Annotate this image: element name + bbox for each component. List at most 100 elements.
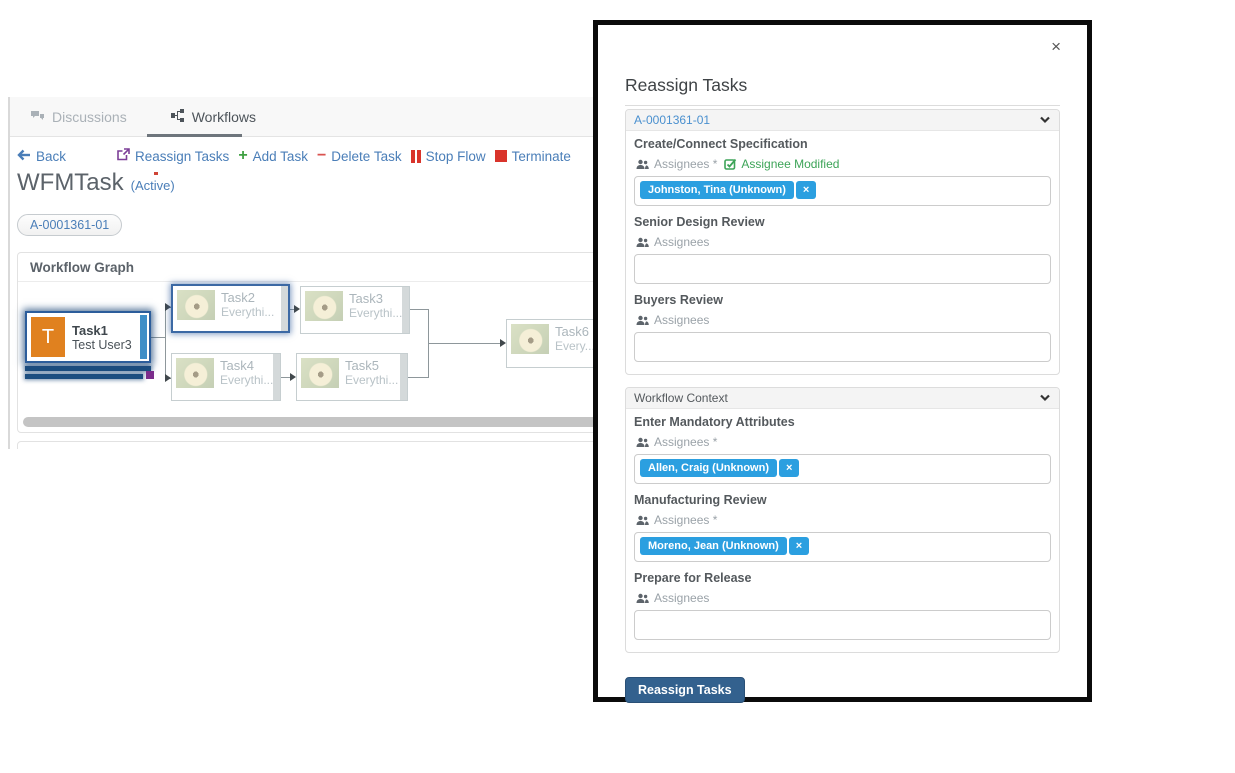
terminate-button[interactable]: Terminate — [495, 149, 571, 164]
users-icon — [636, 515, 649, 526]
reassign-tasks-submit-button[interactable]: Reassign Tasks — [625, 677, 745, 703]
task-node-task4[interactable]: Task4 Everythi... — [171, 353, 281, 401]
assignees-label: Assignees * — [654, 513, 717, 527]
item-badge[interactable]: A-0001361-01 — [17, 214, 122, 236]
discussions-icon — [30, 109, 45, 125]
assignee-chip-label: Moreno, Jean (Unknown) — [640, 537, 787, 555]
assignees-label: Assignees * — [654, 435, 717, 449]
chip-remove-button[interactable]: × — [779, 459, 799, 477]
task-node-title: Task5 — [345, 358, 398, 373]
assignees-label: Assignees — [654, 313, 709, 327]
page-title: WFMTask — [17, 169, 124, 197]
task-node-title: Task2 — [221, 290, 274, 305]
accordion-header-item[interactable]: A-0001361-01 — [626, 110, 1059, 131]
task1-marker — [146, 371, 154, 379]
assignee-chip[interactable]: Moreno, Jean (Unknown) × — [640, 537, 809, 555]
assignees-label-row: Assignees * — [636, 513, 1051, 527]
accordion-header-context[interactable]: Workflow Context — [626, 388, 1059, 409]
assignees-label-row: Assignees * — [636, 435, 1051, 449]
workflows-icon — [171, 109, 185, 125]
tab-workflows[interactable]: Workflows — [171, 109, 256, 125]
task-node-subtitle: Every... — [555, 339, 593, 353]
flower-thumbnail — [305, 291, 343, 321]
chip-remove-button[interactable]: × — [796, 181, 816, 199]
assignees-input[interactable] — [634, 254, 1051, 284]
task-assign-block: Prepare for Release Assignees — [634, 571, 1051, 640]
delete-task-button[interactable]: − Delete Task — [317, 149, 402, 164]
assignees-input[interactable]: Allen, Craig (Unknown) × — [634, 454, 1051, 484]
assignees-input[interactable]: Johnston, Tina (Unknown) × — [634, 176, 1051, 206]
task-node-title: Task3 — [349, 291, 402, 306]
back-button[interactable]: Back — [17, 149, 66, 164]
task-node-subtitle: Everythi... — [349, 306, 402, 320]
task-node-task5[interactable]: Task5 Everythi... — [296, 353, 408, 401]
flower-thumbnail — [176, 358, 214, 388]
stop-flow-button[interactable]: Stop Flow — [411, 149, 486, 164]
back-arrow-icon — [17, 149, 31, 164]
close-icon[interactable]: × — [1051, 37, 1061, 57]
task-node-strip — [400, 354, 407, 400]
task-node-task3[interactable]: Task3 Everythi... — [300, 286, 410, 334]
pause-icon — [411, 150, 421, 163]
page-title-row: WFMTask (Active) — [17, 169, 175, 197]
chevron-down-icon — [1039, 391, 1051, 405]
reassign-tasks-modal: × Reassign Tasks A-0001361-01 Create/Con… — [593, 20, 1092, 702]
assignees-label-row: Assignees — [636, 313, 1051, 327]
flower-thumbnail — [301, 358, 339, 388]
task-name: Manufacturing Review — [634, 493, 1051, 507]
task-name: Enter Mandatory Attributes — [634, 415, 1051, 429]
task-name: Prepare for Release — [634, 571, 1051, 585]
reassign-tasks-button[interactable]: Reassign Tasks — [116, 148, 229, 164]
task-node-subtitle: Everythi... — [345, 373, 398, 387]
reassign-share-icon — [116, 148, 130, 164]
chip-remove-button[interactable]: × — [789, 537, 809, 555]
accordion-section-context: Workflow Context Enter Mandatory Attribu… — [625, 387, 1060, 653]
users-icon — [636, 593, 649, 604]
task-assign-block: Manufacturing Review Assignees * Moreno,… — [634, 493, 1051, 562]
connector-line — [410, 309, 428, 310]
assignees-input[interactable] — [634, 332, 1051, 362]
task-assign-block: Enter Mandatory Attributes Assignees * A… — [634, 415, 1051, 484]
task-name: Senior Design Review — [634, 215, 1051, 229]
task-assign-block: Buyers Review Assignees — [634, 293, 1051, 362]
modal-divider — [625, 105, 1060, 106]
task-node-title: Task4 — [220, 358, 273, 373]
plus-icon: + — [238, 150, 247, 162]
users-icon — [636, 159, 649, 170]
assignee-chip[interactable]: Johnston, Tina (Unknown) × — [640, 181, 816, 199]
task-assign-block: Senior Design Review Assignees — [634, 215, 1051, 284]
task-node-task2[interactable]: Task2 Everythi... — [171, 284, 290, 333]
workflow-status: (Active) — [131, 178, 175, 193]
content-area: Discussions Workflows Back — [8, 97, 593, 449]
tab-discussions[interactable]: Discussions — [30, 109, 127, 125]
task-node-task6[interactable]: Task6 Every... — [506, 319, 593, 368]
task-node-strip — [273, 354, 280, 400]
task-node-task1[interactable]: T Task1 Test User3 — [25, 311, 151, 379]
graph-horizontal-scrollbar[interactable] — [23, 417, 593, 427]
assignees-input[interactable] — [634, 610, 1051, 640]
connector-line — [428, 343, 500, 344]
workflow-graph-panel: Workflow Graph T Task1 Test User3 — [17, 252, 593, 433]
task-node-title: Task1 — [72, 323, 132, 338]
assignees-label-row: Assignees — [636, 235, 1051, 249]
assignees-input[interactable]: Moreno, Jean (Unknown) × — [634, 532, 1051, 562]
assignee-modified-flag: Assignee Modified — [724, 157, 839, 171]
task-node-strip — [281, 286, 288, 331]
connector-line — [165, 307, 166, 379]
assignee-chip-label: Allen, Craig (Unknown) — [640, 459, 777, 477]
task1-stack-layer — [25, 374, 143, 379]
assignees-label: Assignees — [654, 235, 709, 249]
add-task-button[interactable]: + Add Task — [238, 149, 308, 164]
accordion-header-label: A-0001361-01 — [634, 113, 710, 127]
task1-initial-icon: T — [31, 317, 65, 357]
users-icon — [636, 315, 649, 326]
workflow-toolbar: Back Reassign Tasks + Add Task − Delete … — [17, 148, 580, 164]
task-node-subtitle: Everythi... — [220, 373, 273, 387]
task1-status-strip — [140, 315, 147, 359]
modal-title: Reassign Tasks — [625, 75, 1060, 96]
flower-thumbnail — [177, 290, 215, 320]
tab-label: Workflows — [192, 109, 256, 125]
connector-line — [408, 377, 428, 378]
assignee-chip-label: Johnston, Tina (Unknown) — [640, 181, 794, 199]
assignee-chip[interactable]: Allen, Craig (Unknown) × — [640, 459, 799, 477]
